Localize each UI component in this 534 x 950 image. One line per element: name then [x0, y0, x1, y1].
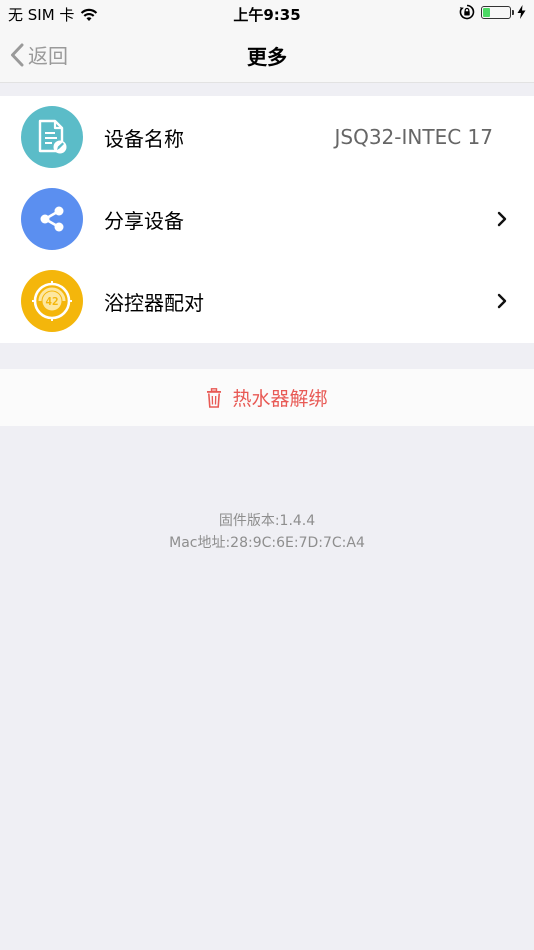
row-label: 设备名称	[104, 126, 184, 151]
row-label: 浴控器配对	[104, 290, 204, 315]
document-edit-icon	[21, 106, 83, 168]
firmware-version: 固件版本:1.4.4	[218, 513, 316, 529]
chevron-right-icon	[497, 211, 507, 227]
bath-controller-icon-number: 42	[45, 295, 58, 308]
row-share-device[interactable]: 分享设备	[0, 178, 534, 260]
unbind-water-heater-button[interactable]: 热水器解绑	[0, 369, 534, 426]
settings-list: 设备名称 JSQ32-INTEC 17 分享设备 42 浴控器配对	[0, 96, 534, 343]
device-name-value: JSQ32-INTEC 17	[334, 125, 494, 149]
row-device-name[interactable]: 设备名称 JSQ32-INTEC 17	[0, 96, 534, 178]
nav-bar: 返回 更多	[0, 28, 534, 83]
status-time: 上午9:35	[233, 6, 301, 24]
status-bar: 无 SIM 卡 上午9:35	[0, 0, 534, 28]
unbind-label: 热水器解绑	[232, 388, 328, 410]
status-right	[459, 4, 526, 20]
chevron-left-icon	[11, 43, 24, 66]
mac-address: Mac地址:28:9C:6E:7D:7C:A4	[169, 535, 365, 551]
trash-icon	[207, 387, 222, 408]
battery-icon	[481, 5, 514, 19]
bath-controller-icon: 42	[21, 270, 83, 332]
row-bath-controller-pairing[interactable]: 42 浴控器配对	[0, 260, 534, 342]
back-button[interactable]: 返回	[10, 40, 68, 69]
share-icon	[21, 188, 83, 250]
charging-icon	[517, 5, 526, 19]
back-label: 返回	[28, 44, 68, 68]
orientation-lock-icon	[459, 4, 475, 20]
battery-fill	[483, 7, 490, 17]
chevron-right-icon	[497, 293, 507, 309]
page-title: 更多	[247, 45, 287, 69]
device-info: 固件版本:1.4.4 Mac地址:28:9C:6E:7D:7C:A4	[0, 510, 534, 554]
row-label: 分享设备	[104, 208, 184, 233]
